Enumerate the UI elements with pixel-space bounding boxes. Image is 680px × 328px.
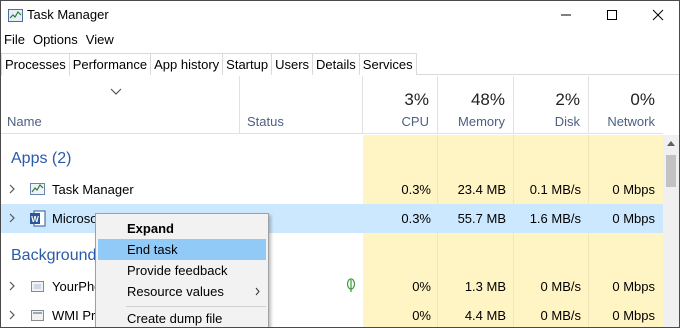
menu-item-expand[interactable]: Expand: [98, 218, 266, 239]
menu-item-resource-values[interactable]: Resource values: [98, 281, 266, 302]
svg-text:W: W: [31, 215, 39, 224]
scroll-up-arrow-icon[interactable]: [667, 141, 675, 146]
memory-value: 1.3 MB: [464, 279, 506, 294]
group-background: Background: [11, 247, 97, 264]
header-network-pct: 0%: [630, 90, 655, 109]
header-cpu-pct: 3%: [404, 90, 429, 109]
header-status[interactable]: Status: [240, 76, 363, 134]
header-disk-label: Disk: [554, 114, 580, 129]
process-name: Microso: [52, 211, 98, 226]
header-network[interactable]: 0% Network: [589, 76, 663, 134]
tab-app-history[interactable]: App history: [150, 53, 224, 75]
cpu-value: 0%: [412, 279, 431, 294]
header-name-label: Name: [7, 114, 42, 129]
your-phone-icon: [31, 281, 44, 292]
header-name[interactable]: Name: [1, 76, 240, 134]
header-cpu-label: CPU: [401, 114, 429, 129]
network-value: 0 Mbps: [612, 308, 655, 323]
column-header: Name Status 3% CPU 48% Memory 2% Disk 0%…: [1, 76, 663, 134]
network-value: 0 Mbps: [612, 182, 655, 197]
header-memory-label: Memory: [458, 114, 505, 129]
header-disk-pct: 2%: [555, 90, 580, 109]
tab-services[interactable]: Services: [358, 53, 417, 75]
menu-item-provide-feedback[interactable]: Provide feedback: [98, 260, 266, 281]
process-name: Task Manager: [52, 182, 134, 197]
sort-chevron-icon: [110, 88, 122, 95]
disk-value: 1.6 MB/s: [529, 211, 581, 226]
vertical-scrollbar[interactable]: [663, 135, 679, 327]
disk-value: 0 MB/s: [540, 308, 581, 323]
header-disk[interactable]: 2% Disk: [514, 76, 589, 134]
table-row[interactable]: Task Manager 0.3% 23.4 MB 0.1 MB/s 0 Mbp…: [1, 175, 663, 204]
expand-chevron-icon[interactable]: [9, 184, 15, 194]
tab-details[interactable]: Details: [312, 53, 360, 75]
memory-value: 4.4 MB: [464, 308, 506, 323]
tab-performance[interactable]: Performance: [68, 53, 152, 75]
network-value: 0 Mbps: [612, 211, 655, 226]
minimize-icon: [561, 14, 571, 16]
task-manager-icon: [8, 9, 23, 22]
menu-view[interactable]: View: [82, 31, 118, 49]
maximize-button[interactable]: [589, 1, 635, 29]
scroll-thumb[interactable]: [666, 155, 676, 187]
network-value: 0 Mbps: [612, 279, 655, 294]
expand-chevron-icon[interactable]: [9, 213, 15, 223]
cpu-value: 0.3%: [401, 211, 431, 226]
process-name: YourPho: [52, 279, 102, 294]
expand-chevron-icon[interactable]: [9, 310, 15, 320]
menu-item-end-task[interactable]: End task: [98, 239, 266, 260]
group-apps: Apps (2): [11, 150, 72, 167]
task-manager-icon: [30, 183, 45, 195]
word-icon: W: [30, 210, 46, 227]
disk-value: 0.1 MB/s: [529, 182, 581, 197]
suspended-leaf-icon: [346, 278, 356, 292]
menu-options[interactable]: Options: [29, 31, 82, 49]
menu-bar: File Options View: [1, 31, 118, 49]
menu-item-create-dump-file[interactable]: Create dump file: [98, 308, 266, 327]
maximize-icon: [607, 10, 617, 20]
expand-chevron-icon[interactable]: [9, 281, 15, 291]
header-cpu[interactable]: 3% CPU: [363, 76, 438, 134]
context-menu: Expand End task Provide feedback Resourc…: [95, 213, 269, 327]
title-bar: Task Manager: [1, 1, 679, 30]
tab-users[interactable]: Users: [271, 53, 314, 75]
cpu-value: 0%: [412, 308, 431, 323]
close-icon: [652, 9, 664, 21]
menu-file[interactable]: File: [1, 31, 29, 49]
header-network-label: Network: [607, 114, 655, 129]
tab-processes[interactable]: Processes: [1, 53, 70, 76]
minimize-button[interactable]: [543, 1, 589, 29]
header-memory-pct: 48%: [470, 90, 505, 109]
disk-value: 0 MB/s: [540, 279, 581, 294]
task-manager-window: Task Manager File Options View Processes…: [0, 0, 680, 328]
memory-value: 23.4 MB: [457, 182, 506, 197]
menu-item-resource-values-label: Resource values: [127, 284, 224, 299]
close-button[interactable]: [635, 1, 679, 29]
header-status-label: Status: [247, 114, 284, 129]
memory-value: 55.7 MB: [457, 211, 506, 226]
window-title: Task Manager: [27, 7, 109, 22]
tab-startup[interactable]: Startup: [222, 53, 273, 75]
cpu-value: 0.3%: [401, 182, 431, 197]
header-memory[interactable]: 48% Memory: [438, 76, 514, 134]
submenu-arrow-icon: [255, 287, 260, 296]
menu-separator: [126, 306, 266, 307]
wmi-icon: [31, 310, 44, 321]
tab-strip: Processes Performance App history Startu…: [1, 53, 679, 76]
